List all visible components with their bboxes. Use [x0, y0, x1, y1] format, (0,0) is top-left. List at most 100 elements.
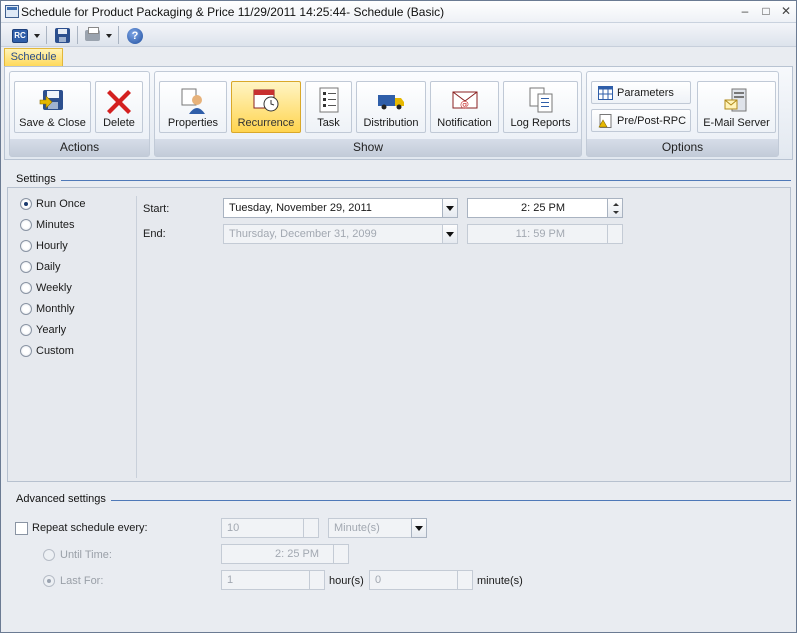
save-close-icon: [39, 90, 63, 110]
last-for-minutes-input[interactable]: 0: [369, 570, 458, 590]
start-date-input[interactable]: Tuesday, November 29, 2011: [223, 198, 443, 218]
radio-daily[interactable]: [20, 261, 32, 273]
parameters-label: Parameters: [617, 87, 674, 99]
chevron-down-icon: [106, 34, 112, 38]
radio-minutes[interactable]: [20, 219, 32, 231]
log-reports-button[interactable]: Log Reports: [503, 81, 578, 133]
radio-monthly[interactable]: [20, 303, 32, 315]
minutes-label: minute(s): [477, 575, 523, 587]
delete-label: Delete: [103, 117, 135, 129]
end-date-dropdown[interactable]: [442, 224, 458, 244]
task-button[interactable]: Task: [305, 81, 352, 133]
settings-title: Settings: [13, 173, 59, 185]
radio-custom[interactable]: [20, 345, 32, 357]
spin-down-icon: [613, 211, 619, 214]
schedule-window: Schedule for Product Packaging & Price 1…: [0, 0, 797, 633]
email-server-button[interactable]: E-Mail Server: [697, 81, 776, 133]
delete-x-icon: [107, 90, 131, 114]
start-time-spinner[interactable]: [607, 198, 623, 218]
radio-weekly[interactable]: [20, 282, 32, 294]
spin-up-icon: [613, 203, 619, 206]
notification-button[interactable]: @ Notification: [430, 81, 499, 133]
label-custom: Custom: [36, 345, 74, 357]
radio-hourly[interactable]: [20, 240, 32, 252]
label-minutes: Minutes: [36, 219, 75, 231]
window-title: Schedule for Product Packaging & Price 1…: [21, 5, 445, 19]
parameters-button[interactable]: Parameters: [591, 81, 691, 104]
label-last-for: Last For:: [60, 575, 104, 587]
repeat-schedule-checkbox[interactable]: [15, 522, 28, 535]
help-button[interactable]: ?: [122, 25, 146, 45]
recurrence-button[interactable]: Recurrence: [231, 81, 301, 133]
distribution-button[interactable]: Distribution: [356, 81, 426, 133]
rc-icon: RC: [12, 29, 28, 43]
help-icon: ?: [127, 28, 143, 44]
save-button[interactable]: [51, 25, 73, 45]
radio-run-once[interactable]: [20, 198, 32, 210]
email-at-icon: @: [452, 91, 477, 110]
end-time-spinner[interactable]: [607, 224, 623, 244]
end-label: End:: [143, 228, 166, 240]
script-lock-icon: [598, 114, 612, 128]
print-button[interactable]: [81, 25, 115, 45]
end-date-input[interactable]: Thursday, December 31, 2099: [223, 224, 443, 244]
delivery-truck-icon: [378, 95, 404, 110]
distribution-label: Distribution: [363, 117, 419, 129]
repeat-value-spinner[interactable]: [303, 518, 319, 538]
start-date-dropdown[interactable]: [442, 198, 458, 218]
options-group: Parameters Pre/Post-RPC E-Mail Server Op…: [586, 71, 779, 157]
label-yearly: Yearly: [36, 324, 67, 336]
task-list-icon: [319, 87, 338, 113]
repeat-unit-dropdown[interactable]: [411, 518, 427, 538]
radio-last-for[interactable]: [43, 575, 55, 587]
show-group: Properties Recurrence Task Distribution …: [154, 71, 582, 157]
options-group-label: Options: [587, 139, 778, 156]
actions-group-label: Actions: [10, 139, 149, 156]
repeat-schedule-label: Repeat schedule every:: [32, 522, 148, 534]
start-label: Start:: [143, 203, 170, 215]
end-time-input[interactable]: 11: 59 PM: [467, 224, 608, 244]
task-label: Task: [317, 117, 340, 129]
until-time-input[interactable]: 2: 25 PM: [221, 544, 334, 564]
minimize-button[interactable]: –: [736, 3, 754, 19]
label-until-time: Until Time:: [60, 549, 112, 561]
repeat-unit-select[interactable]: Minute(s): [328, 518, 412, 538]
delete-button[interactable]: Delete: [95, 81, 143, 133]
settings-panel: Run Once Minutes Hourly Daily Weekly Mon…: [7, 187, 791, 482]
until-time-spinner[interactable]: [333, 544, 349, 564]
radio-yearly[interactable]: [20, 324, 32, 336]
last-for-hours-input[interactable]: 1: [221, 570, 310, 590]
label-daily: Daily: [36, 261, 61, 273]
repeat-value-input[interactable]: 10: [221, 518, 304, 538]
radio-until-time[interactable]: [43, 549, 55, 561]
advanced-rule: [111, 500, 791, 501]
save-close-button[interactable]: Save & Close: [14, 81, 91, 133]
ribbon-tab-bar: Schedule: [1, 47, 796, 67]
maximize-button[interactable]: □: [757, 3, 775, 19]
settings-rule: [61, 180, 791, 181]
quick-access-toolbar: RC ?: [1, 23, 796, 47]
rc-menu-button[interactable]: RC: [7, 25, 43, 45]
properties-icon: [181, 88, 205, 114]
floppy-disk-icon: [55, 28, 70, 43]
notification-label: Notification: [437, 117, 492, 129]
log-reports-label: Log Reports: [510, 117, 571, 129]
properties-button[interactable]: Properties: [159, 81, 227, 133]
email-server-label: E-Mail Server: [703, 117, 770, 129]
toolbar-separator: [118, 26, 119, 44]
tab-schedule[interactable]: Schedule: [4, 48, 63, 66]
label-run-once: Run Once: [36, 198, 86, 210]
start-time-input[interactable]: 2: 25 PM: [467, 198, 608, 218]
show-group-label: Show: [155, 139, 581, 156]
settings-divider: [136, 196, 137, 478]
window-icon: [5, 5, 19, 18]
chevron-down-icon: [34, 34, 40, 38]
printer-icon: [85, 27, 100, 41]
pre-post-rpc-button[interactable]: Pre/Post-RPC: [591, 109, 691, 132]
table-grid-icon: [598, 86, 613, 100]
last-for-minutes-spinner[interactable]: [457, 570, 473, 590]
svg-text:@: @: [460, 100, 469, 110]
last-for-hours-spinner[interactable]: [309, 570, 325, 590]
close-button[interactable]: ✕: [777, 3, 795, 19]
pre-post-rpc-label: Pre/Post-RPC: [617, 115, 687, 127]
